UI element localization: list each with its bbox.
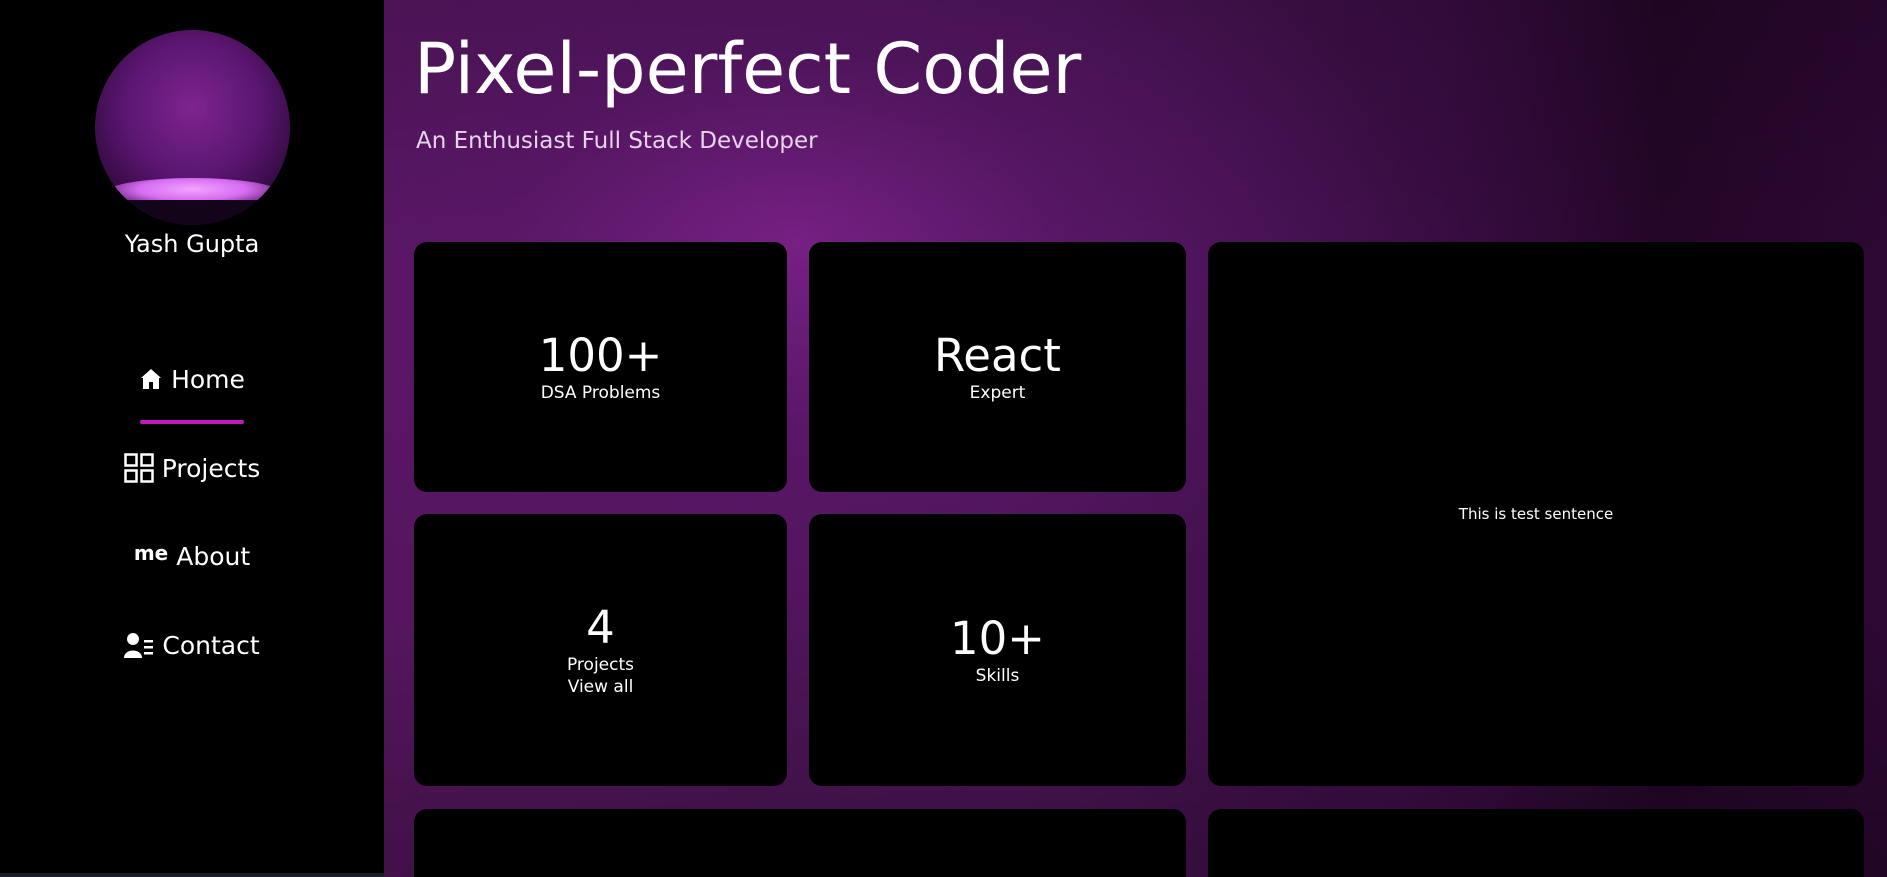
projects-card[interactable]: 4 Projects View all (414, 514, 787, 786)
react-skill: React (934, 329, 1061, 382)
active-nav-indicator (140, 420, 244, 424)
nav-item-about[interactable]: me About (0, 536, 384, 576)
dsa-label: DSA Problems (540, 383, 661, 403)
contact-icon (124, 632, 154, 658)
projects-count: 4 (586, 601, 615, 654)
page-title: Pixel-perfect Coder (414, 28, 1082, 110)
skills-count: 10+ (950, 612, 1045, 665)
react-label: Expert (969, 383, 1026, 403)
dsa-card: 100+ DSA Problems (414, 242, 787, 492)
bottom-card-right (1208, 809, 1864, 877)
grid-icon (123, 453, 154, 483)
skills-card: 10+ Skills (809, 514, 1186, 786)
nav-item-home-label: Home (171, 364, 245, 394)
test-card: This is test sentence (1208, 242, 1864, 786)
projects-label: Projects (566, 655, 635, 675)
nav-item-contact-label: Contact (162, 630, 260, 660)
nav-item-projects-label: Projects (161, 453, 261, 483)
main-content: Pixel-perfect Coder An Enthusiast Full S… (384, 0, 1887, 877)
bottom-card-left (414, 809, 1186, 877)
nav-item-contact[interactable]: Contact (0, 625, 384, 665)
skills-label: Skills (975, 666, 1020, 686)
react-card: React Expert (809, 242, 1186, 492)
view-all-projects-link[interactable]: View all (568, 676, 634, 698)
test-sentence: This is test sentence (1458, 505, 1614, 523)
page-subtitle: An Enthusiast Full Stack Developer (416, 128, 818, 154)
user-name: Yash Gupta (124, 230, 260, 258)
me-icon: me (133, 541, 169, 565)
nav-item-projects[interactable]: Projects (0, 448, 384, 488)
home-icon (139, 367, 163, 391)
avatar-shade (95, 200, 290, 225)
sidebar: Yash Gupta Home Projects me About Contac… (0, 0, 384, 877)
nav-item-home[interactable]: Home (0, 359, 384, 399)
nav-item-about-label: About (176, 541, 251, 571)
avatar (95, 30, 290, 225)
dsa-count: 100+ (538, 329, 663, 382)
